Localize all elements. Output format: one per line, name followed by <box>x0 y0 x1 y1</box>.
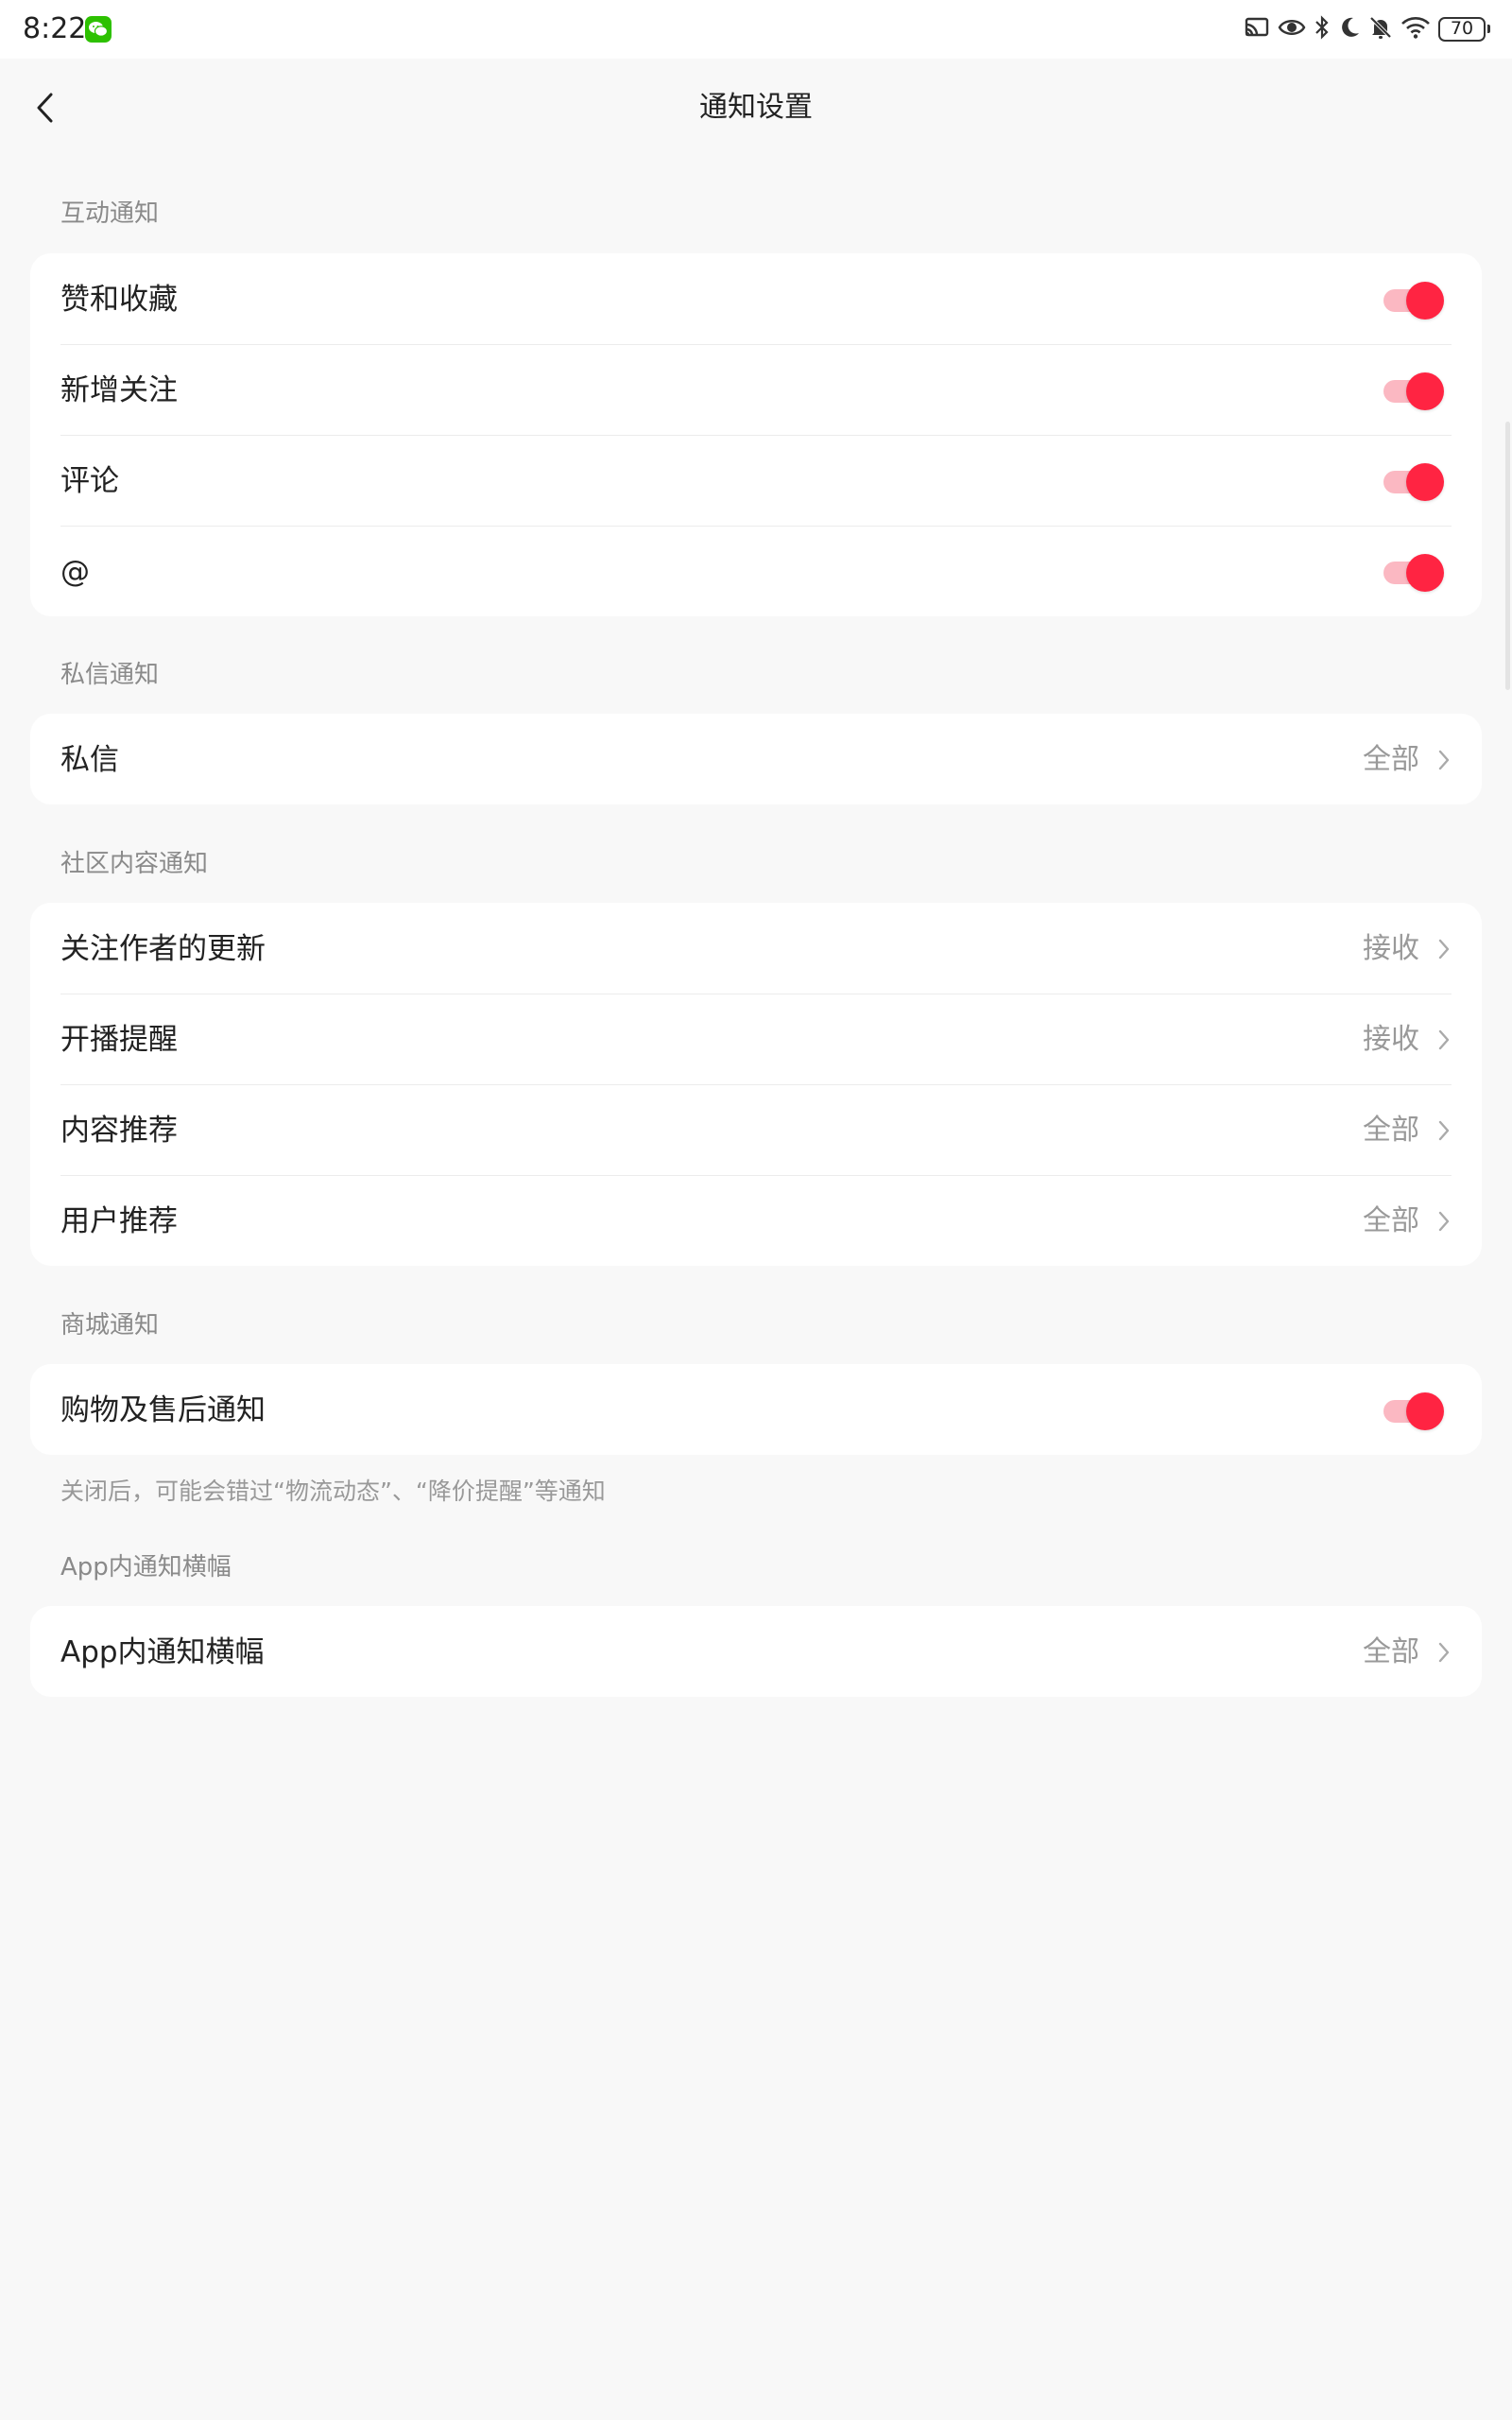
chevron-right-icon <box>1438 1211 1450 1232</box>
wifi-icon <box>1400 15 1431 43</box>
setting-label: @ <box>60 555 90 589</box>
setting-label: App内通知横幅 <box>60 1635 265 1669</box>
chevron-right-icon <box>1438 1120 1450 1141</box>
setting-value: 全部 <box>1363 1635 1419 1668</box>
setting-label: 内容推荐 <box>60 1114 178 1148</box>
section-label-mall: 商城通知 <box>60 1311 160 1340</box>
card-private-message: 私信 全部 <box>30 714 1482 804</box>
scroll-indicator[interactable] <box>1505 422 1510 690</box>
likes-collects-toggle[interactable] <box>1383 280 1444 320</box>
section-label-community: 社区内容通知 <box>60 850 209 878</box>
setting-row-mentions[interactable]: @ <box>30 526 1482 616</box>
setting-label: 开播提醒 <box>60 1023 178 1057</box>
mentions-toggle[interactable] <box>1383 552 1444 592</box>
section-label-in-app-banner: App内通知横幅 <box>60 1553 232 1582</box>
section-label-interactive: 互动通知 <box>60 199 160 228</box>
setting-row-following-updates[interactable]: 关注作者的更新 接收 <box>30 903 1482 994</box>
setting-row-user-recommend[interactable]: 用户推荐 全部 <box>30 1175 1482 1266</box>
setting-label: 评论 <box>60 464 119 498</box>
mall-footnote: 关闭后，可能会错过“物流动态”、“降价提醒”等通知 <box>60 1478 606 1505</box>
card-mall: 购物及售后通知 <box>30 1364 1482 1455</box>
setting-row-likes-collects[interactable]: 赞和收藏 <box>30 253 1482 344</box>
setting-row-new-followers[interactable]: 新增关注 <box>30 344 1482 435</box>
section-label-private-message: 私信通知 <box>60 661 160 689</box>
bell-off-icon <box>1368 15 1393 43</box>
chevron-right-icon <box>1438 1029 1450 1050</box>
setting-label: 购物及售后通知 <box>60 1393 266 1427</box>
chevron-right-icon <box>1438 1642 1450 1663</box>
wechat-icon <box>85 16 112 43</box>
setting-value: 接收 <box>1363 1023 1419 1056</box>
shopping-aftersale-toggle[interactable] <box>1383 1391 1444 1430</box>
moon-icon <box>1338 15 1361 43</box>
card-in-app-banner: App内通知横幅 全部 <box>30 1606 1482 1697</box>
card-community: 关注作者的更新 接收 开播提醒 接收 内容推荐 全部 用户推荐 全部 <box>30 903 1482 1266</box>
setting-row-shopping-aftersale[interactable]: 购物及售后通知 <box>30 1364 1482 1455</box>
card-interactive: 赞和收藏 新增关注 评论 @ <box>30 253 1482 616</box>
chevron-right-icon <box>1438 750 1450 770</box>
setting-row-private-message[interactable]: 私信 全部 <box>30 714 1482 804</box>
page-title: 通知设置 <box>699 91 813 124</box>
setting-label: 赞和收藏 <box>60 283 178 317</box>
bluetooth-icon <box>1314 15 1331 43</box>
setting-value: 全部 <box>1363 743 1419 776</box>
status-time: 8:22 <box>23 12 87 45</box>
setting-label: 新增关注 <box>60 373 178 407</box>
setting-label: 关注作者的更新 <box>60 932 266 966</box>
setting-label: 用户推荐 <box>60 1204 178 1238</box>
setting-row-comments[interactable]: 评论 <box>30 435 1482 526</box>
status-bar: 8:22 70 <box>0 0 1512 59</box>
new-followers-toggle[interactable] <box>1383 371 1444 410</box>
chevron-right-icon <box>1438 939 1450 959</box>
header: 通知设置 <box>0 59 1512 157</box>
battery-icon: 70 <box>1438 17 1490 42</box>
setting-value: 全部 <box>1363 1114 1419 1147</box>
cast-icon <box>1244 16 1270 43</box>
setting-row-content-recommend[interactable]: 内容推荐 全部 <box>30 1084 1482 1175</box>
setting-value: 全部 <box>1363 1204 1419 1237</box>
setting-row-in-app-banner[interactable]: App内通知横幅 全部 <box>30 1606 1482 1697</box>
eye-icon <box>1278 16 1306 43</box>
setting-row-live-reminder[interactable]: 开播提醒 接收 <box>30 994 1482 1084</box>
setting-value: 接收 <box>1363 932 1419 965</box>
setting-label: 私信 <box>60 743 119 777</box>
comments-toggle[interactable] <box>1383 461 1444 501</box>
status-icons: 70 <box>1244 13 1490 45</box>
